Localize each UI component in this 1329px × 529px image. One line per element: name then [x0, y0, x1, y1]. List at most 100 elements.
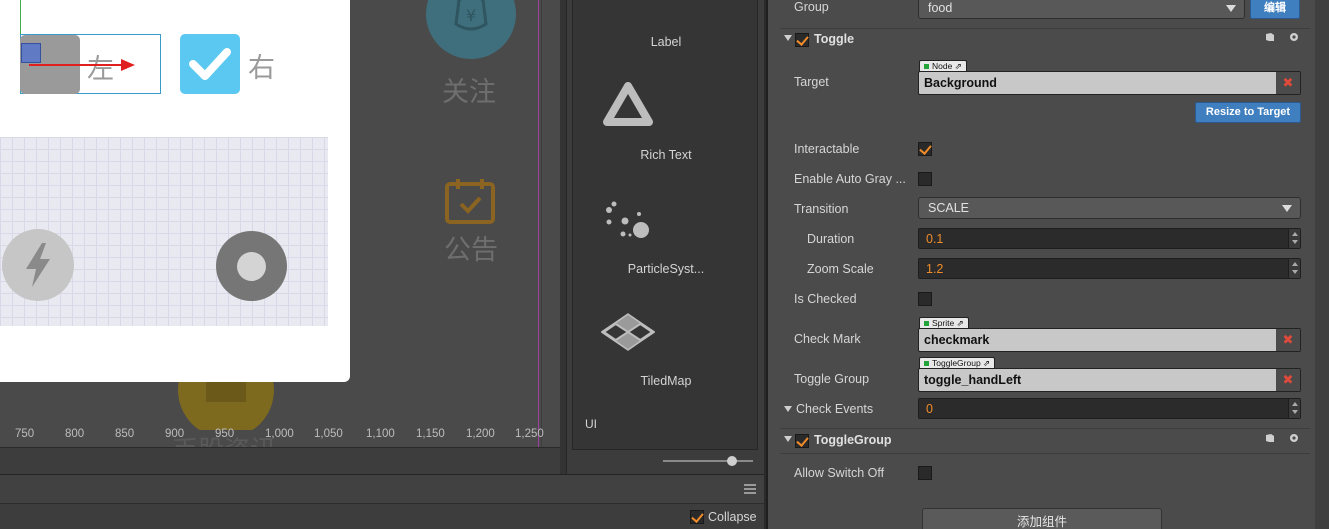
group-value: food: [928, 1, 953, 15]
check-events-count: 0: [926, 402, 933, 416]
target-label: Target: [794, 75, 829, 89]
follow-label: 关注: [442, 77, 496, 108]
clear-toggle-group-icon[interactable]: ✖: [1276, 369, 1300, 391]
section-separator: [780, 453, 1310, 454]
check-events-count-input[interactable]: 0: [918, 398, 1301, 419]
toggle-enabled-checkbox[interactable]: [795, 33, 809, 47]
selection-rect-handle[interactable]: [21, 43, 41, 63]
expand-triangle-icon[interactable]: [784, 35, 792, 41]
ruler-tick-label: 950: [215, 428, 235, 440]
library-category-ui[interactable]: UI: [585, 417, 597, 431]
section-separator: [780, 428, 1310, 429]
transition-label: Transition: [794, 202, 849, 216]
chevron-down-icon: [1282, 205, 1292, 212]
allow-switch-off-checkbox[interactable]: [918, 466, 932, 480]
scene-bottom-bar: [0, 447, 560, 474]
zoom-scale-spinner[interactable]: [1288, 259, 1300, 278]
icon-size-slider[interactable]: [663, 460, 753, 462]
togglegroup-section-title: ToggleGroup: [814, 433, 892, 447]
togglegroup-enabled-checkbox[interactable]: [795, 434, 809, 448]
scene-view[interactable]: ¥ 关注 公告 币股资讯: [0, 0, 560, 447]
canvas-boundary-line: [541, 0, 542, 447]
check-mark-value: checkmark: [924, 333, 990, 347]
collapse-toggle[interactable]: Collapse: [690, 510, 760, 526]
clear-target-icon[interactable]: ✖: [1276, 72, 1300, 94]
library-item-label[interactable]: Rich Text: [573, 148, 759, 162]
ruler-tick-label: 1,100: [366, 428, 395, 440]
console-toolbar: Collapse: [0, 504, 764, 529]
transition-value: SCALE: [928, 201, 969, 215]
allow-switch-off-label: Allow Switch Off: [794, 466, 885, 480]
help-doc-icon[interactable]: [1265, 433, 1275, 443]
toggle-right-label: 右: [248, 53, 275, 84]
group-dropdown[interactable]: food: [918, 0, 1245, 19]
scene-ruler: 750 800 850 900 950 1,000 1,050 1,100 1,…: [0, 428, 560, 447]
icon-size-slider-knob[interactable]: [727, 456, 737, 466]
toggle-left-label: 左: [87, 54, 114, 85]
rich-text-icon[interactable]: [603, 82, 653, 133]
duration-spinner[interactable]: [1288, 229, 1300, 248]
toggle-group-value: toggle_handLeft: [924, 373, 1022, 387]
gear-icon[interactable]: [1289, 32, 1299, 42]
clear-check-mark-icon[interactable]: ✖: [1276, 329, 1300, 351]
target-type-tag-text: Node: [932, 61, 953, 71]
target-field[interactable]: Background ✖: [918, 71, 1301, 95]
edit-group-button[interactable]: 编辑: [1250, 0, 1300, 19]
notice-label: 公告: [444, 235, 498, 266]
panel-node[interactable]: 左 右: [0, 0, 350, 382]
is-checked-checkbox[interactable]: [918, 292, 932, 306]
lightning-icon: [26, 243, 50, 287]
menu-icon[interactable]: [744, 484, 756, 494]
inspector-panel: Group food 编辑 Toggle Target Node ⇗ Backg…: [766, 0, 1329, 529]
interactable-label: Interactable: [794, 142, 860, 156]
check-events-spinner[interactable]: [1288, 399, 1300, 418]
gear-icon[interactable]: [1289, 433, 1299, 443]
enable-auto-gray-checkbox[interactable]: [918, 172, 932, 186]
toggle-right-checkmark: [180, 34, 240, 94]
expand-triangle-icon[interactable]: [784, 436, 792, 442]
add-component-button[interactable]: 添加组件: [922, 508, 1162, 529]
help-doc-icon[interactable]: [1265, 32, 1275, 42]
ruler-tick-label: 1,050: [314, 428, 343, 440]
money-bag-icon: ¥: [426, 0, 516, 67]
move-gizmo-arrow-icon[interactable]: [121, 59, 135, 71]
console-header: [0, 475, 764, 504]
toggle-right[interactable]: 右: [180, 34, 300, 94]
toggle-group-field[interactable]: toggle_handLeft ✖: [918, 368, 1301, 392]
library-item-label[interactable]: Label: [573, 35, 759, 49]
console-panel: Collapse: [0, 474, 764, 529]
zoom-scale-input[interactable]: 1.2: [918, 258, 1301, 279]
transition-dropdown[interactable]: SCALE: [918, 197, 1301, 219]
record-button[interactable]: [216, 231, 287, 301]
lightning-button[interactable]: [2, 229, 74, 301]
ruler-tick-label: 1,000: [265, 428, 294, 440]
tiledmap-icon[interactable]: [600, 313, 656, 356]
canvas-boundary-line: [538, 0, 539, 447]
check-mark-label: Check Mark: [794, 332, 861, 346]
library-item-label[interactable]: ParticleSyst...: [573, 262, 759, 276]
duration-label: Duration: [807, 232, 855, 246]
record-dot-icon: [237, 252, 266, 281]
library-item-label[interactable]: TiledMap: [573, 374, 759, 388]
duration-input[interactable]: 0.1: [918, 228, 1301, 249]
resize-to-target-button[interactable]: Resize to Target: [1195, 102, 1301, 123]
check-mark-field[interactable]: checkmark ✖: [918, 328, 1301, 352]
widget-library-list[interactable]: Label Rich Text ParticleSyst... TiledMap…: [572, 0, 758, 450]
editor-window: ¥ 关注 公告 币股资讯: [0, 0, 1329, 529]
ruler-tick-label: 900: [165, 428, 185, 440]
toggle-left[interactable]: 左: [20, 34, 161, 94]
inspector-scrollbar[interactable]: [1315, 0, 1329, 529]
interactable-checkbox[interactable]: [918, 142, 932, 156]
collapse-checkbox[interactable]: [690, 510, 704, 524]
toggle-section-header[interactable]: Toggle: [780, 29, 1310, 51]
move-gizmo-x-axis[interactable]: [29, 64, 124, 66]
togglegroup-section-header[interactable]: ToggleGroup: [780, 430, 1310, 452]
group-label: Group: [794, 0, 829, 14]
enable-auto-gray-label: Enable Auto Gray ...: [794, 172, 906, 186]
particle-system-icon[interactable]: [603, 198, 653, 247]
calendar-icon: [444, 178, 496, 229]
check-events-expander[interactable]: Check Events: [784, 402, 904, 418]
expand-triangle-icon[interactable]: [784, 406, 792, 412]
target-value: Background: [924, 76, 997, 90]
chevron-down-icon: [1226, 5, 1236, 12]
